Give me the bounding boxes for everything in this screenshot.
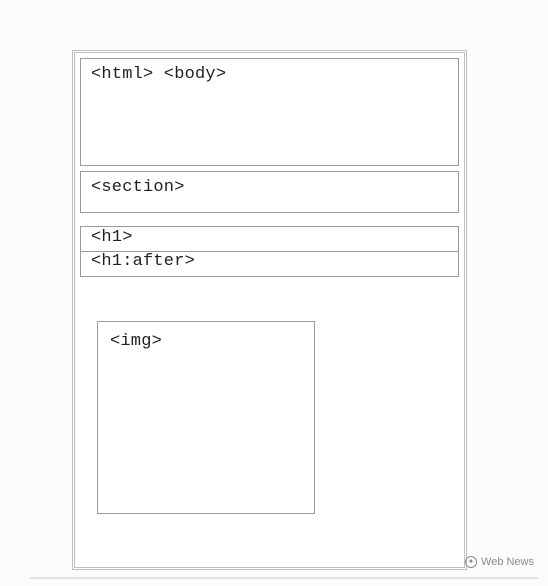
h1-after-label: <h1:after> — [91, 252, 195, 271]
html-body-label: <html> <body> — [91, 65, 226, 84]
img-box: <img> — [97, 321, 315, 514]
bottom-shadow — [30, 577, 538, 580]
h1-label: <h1> — [91, 228, 133, 247]
watermark-text: Web News — [481, 556, 534, 568]
html-body-box: <html> <body> — [80, 58, 459, 166]
h1-after-box: <h1:after> — [80, 251, 459, 277]
watermark: ✦ Web News — [465, 556, 534, 568]
section-box: <section> — [80, 171, 459, 213]
watermark-icon: ✦ — [465, 556, 477, 568]
h1-box: <h1> — [80, 226, 459, 252]
img-label: <img> — [110, 332, 162, 351]
section-label: <section> — [91, 178, 185, 197]
diagram-container: <html> <body> <section> <h1> <h1:after> … — [72, 50, 467, 570]
